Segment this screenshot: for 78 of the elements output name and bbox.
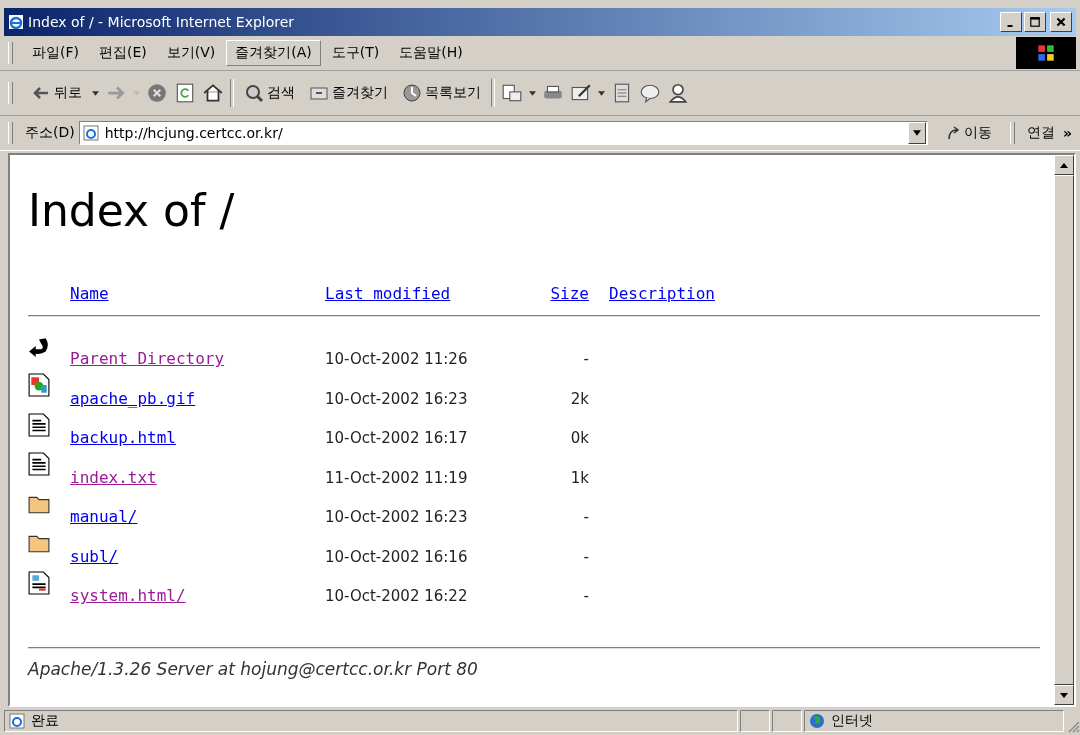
back-button[interactable]: 뒤로	[27, 81, 86, 105]
address-label: 주소(D)	[25, 124, 75, 142]
text-file-icon	[28, 451, 50, 478]
modified-date: 10-Oct-2002 16:23	[325, 508, 469, 527]
server-signature: Apache/1.3.26 Server at hojung@certcc.or.kr Port 80	[28, 659, 479, 680]
file-link[interactable]: Parent Directory	[70, 349, 225, 369]
resize-grip-icon[interactable]	[1066, 719, 1080, 733]
file-size: -	[583, 350, 589, 369]
person-icon[interactable]	[667, 82, 689, 104]
column-header-link[interactable]: Description	[589, 283, 1040, 303]
file-size: -	[583, 508, 589, 527]
page-icon	[9, 713, 25, 729]
windows-logo-icon	[1016, 37, 1076, 69]
zone-text: 인터넷	[831, 712, 873, 730]
scroll-down-arrow-icon[interactable]	[1060, 692, 1068, 698]
close-icon	[1055, 16, 1067, 28]
maximize-button[interactable]	[1024, 12, 1046, 32]
file-size: 2k	[570, 389, 589, 408]
favorites-button[interactable]: 즐겨찾기	[305, 81, 392, 105]
caret-icon[interactable]	[92, 90, 99, 96]
maximize-icon	[1029, 16, 1041, 28]
stop-icon[interactable]	[146, 82, 168, 104]
menu-item[interactable]: 도움말(H)	[390, 40, 472, 66]
file-size: 0k	[570, 429, 589, 448]
search-button[interactable]: 검색	[240, 81, 299, 105]
menu-item[interactable]: 파일(F)	[23, 40, 88, 66]
caret-icon[interactable]	[598, 90, 605, 96]
page-heading: Index of /	[28, 185, 236, 238]
minimize-icon	[1006, 24, 1013, 27]
minimize-button[interactable]	[1000, 12, 1022, 32]
window-title: Index of / - Microsoft Internet Explorer	[28, 14, 296, 30]
close-button[interactable]	[1050, 12, 1072, 32]
status-pane	[740, 710, 770, 732]
menu-item[interactable]: 즐겨찾기(A)	[226, 40, 321, 66]
page-icon	[82, 125, 99, 141]
history-button[interactable]: 목록보기	[398, 81, 485, 105]
file-link[interactable]: system.html/	[70, 586, 186, 606]
status-pane	[772, 710, 802, 732]
modified-date: 10-Oct-2002 16:17	[325, 429, 469, 448]
menu-item[interactable]: 편집(E)	[90, 40, 156, 66]
text-file-icon	[28, 411, 50, 438]
file-size: 1k	[570, 468, 589, 487]
modified-date: 10-Oct-2002 16:23	[325, 389, 469, 408]
file-link[interactable]: manual/	[70, 507, 138, 527]
home-icon[interactable]	[202, 82, 224, 104]
file-size: -	[583, 547, 589, 566]
browser-logo-icon	[8, 14, 24, 30]
column-header-link[interactable]: Size	[550, 283, 589, 303]
column-header-link[interactable]: Last modified	[325, 283, 515, 303]
modified-date: 10-Oct-2002 11:26	[325, 350, 469, 369]
vertical-scrollbar[interactable]	[1054, 155, 1074, 705]
file-link[interactable]: apache_pb.gif	[70, 388, 196, 408]
search-icon	[244, 83, 264, 103]
menu-item[interactable]: 보기(V)	[157, 40, 225, 66]
clock-icon	[402, 83, 422, 103]
modified-date: 10-Oct-2002 16:22	[325, 587, 469, 606]
go-button[interactable]: 이동	[931, 124, 1006, 142]
modified-date: 11-Oct-2002 11:19	[325, 468, 469, 487]
chevron-button[interactable]: »	[1058, 125, 1076, 141]
modified-date: 10-Oct-2002 16:16	[325, 547, 469, 566]
speech-bubble-icon[interactable]	[639, 82, 661, 104]
globe-icon	[809, 713, 825, 729]
layout-file-icon	[28, 569, 50, 596]
column-header-link[interactable]: Name	[70, 283, 325, 303]
file-link[interactable]: backup.html	[70, 428, 176, 448]
address-field[interactable]: http://hcjung.certcc.or.kr/	[78, 121, 928, 145]
menu-item[interactable]: 도구(T)	[322, 40, 389, 66]
status-text: 완료	[31, 712, 59, 730]
go-arrow-icon	[945, 125, 962, 141]
scroll-up-arrow-icon[interactable]	[1060, 162, 1068, 168]
caret-icon[interactable]	[529, 90, 536, 96]
file-link[interactable]: index.txt	[70, 467, 157, 487]
dropdown-arrow-icon[interactable]	[912, 130, 921, 136]
file-link[interactable]: subl/	[70, 546, 119, 566]
image-file-icon	[28, 372, 50, 399]
file-size: -	[583, 587, 589, 606]
refresh-icon[interactable]	[174, 82, 196, 104]
links-label[interactable]: 연결	[1026, 124, 1055, 142]
